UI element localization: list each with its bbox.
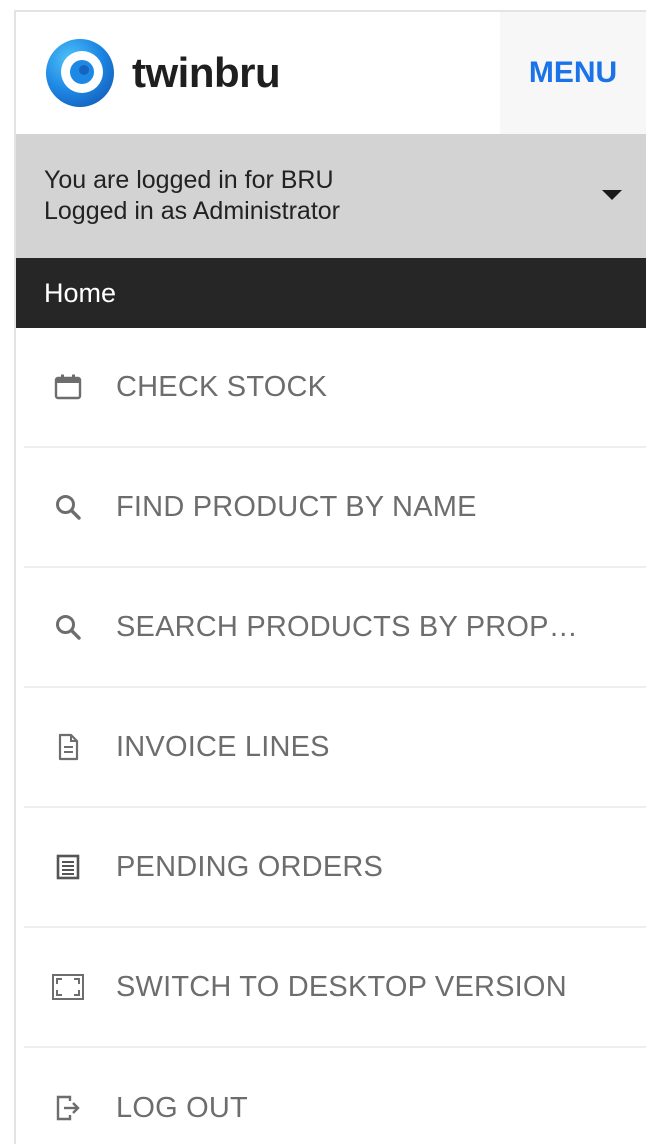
logged-in-for-text: You are logged in for BRU — [44, 166, 334, 194]
menu-item-label: FIND PRODUCT BY NAME — [116, 490, 477, 523]
brand-logo[interactable]: twinbru — [44, 37, 281, 109]
menu-item-check-stock[interactable]: CHECK STOCK — [24, 328, 646, 448]
calendar-icon — [50, 369, 86, 405]
caret-down-icon[interactable] — [602, 190, 622, 200]
menu-item-label: CHECK STOCK — [116, 370, 328, 403]
menu-item-label: PENDING ORDERS — [116, 850, 384, 883]
menu-item-find-product-by-name[interactable]: FIND PRODUCT BY NAME — [24, 448, 646, 568]
brand-name: twinbru — [132, 49, 281, 96]
menu-item-pending-orders[interactable]: PENDING ORDERS — [24, 808, 646, 928]
search-icon — [50, 489, 86, 525]
menu-item-label: SWITCH TO DESKTOP VERSION — [116, 970, 567, 1003]
menu-item-label: LOG OUT — [116, 1091, 248, 1124]
section-title: Home — [44, 277, 117, 308]
menu-item-label: INVOICE LINES — [116, 730, 330, 763]
menu-button[interactable]: MENU — [500, 12, 646, 134]
section-header: Home — [16, 258, 646, 328]
menu-item-invoice-lines[interactable]: INVOICE LINES — [24, 688, 646, 808]
main-menu: CHECK STOCK FIND PRODUCT BY NAME SEARCH … — [16, 328, 646, 1144]
search-icon — [50, 609, 86, 645]
menu-item-switch-to-desktop[interactable]: SWITCH TO DESKTOP VERSION — [24, 928, 646, 1048]
twinbru-logo-icon — [46, 39, 114, 107]
logged-in-as-text: Logged in as Administrator — [44, 197, 341, 225]
logout-icon — [50, 1090, 86, 1126]
top-header: twinbru MENU — [16, 12, 646, 134]
list-icon — [50, 849, 86, 885]
menu-item-log-out[interactable]: LOG OUT — [24, 1048, 646, 1144]
menu-item-label: SEARCH PRODUCTS BY PROP… — [116, 610, 578, 643]
user-session-dropdown[interactable]: You are logged in for BRU Logged in as A… — [16, 134, 646, 258]
app-frame: twinbru MENU You are logged in for BRU L… — [14, 10, 646, 1144]
menu-item-search-products-by-property[interactable]: SEARCH PRODUCTS BY PROP… — [24, 568, 646, 688]
document-icon — [50, 729, 86, 765]
user-session-info: You are logged in for BRU Logged in as A… — [44, 165, 340, 227]
fullscreen-icon — [50, 969, 86, 1005]
